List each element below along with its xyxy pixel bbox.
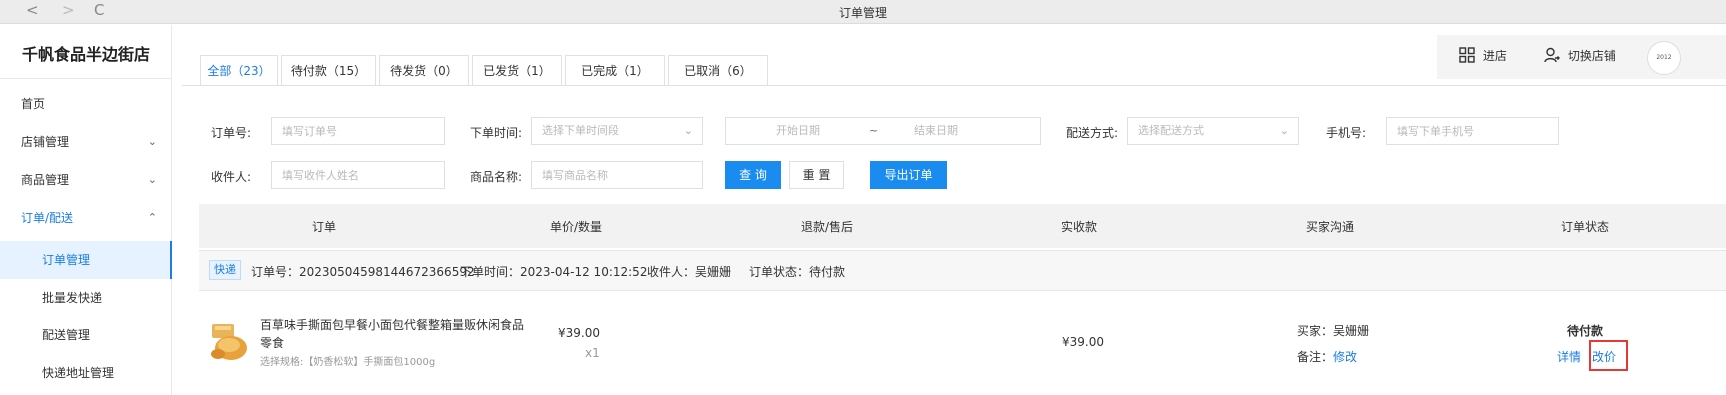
column-header-received: 实收款 <box>1061 220 1098 234</box>
enter-store-label: 进店 <box>1482 49 1507 63</box>
switch-store-label: 切换店铺 <box>1567 49 1616 63</box>
table-header: 订单 单价/数量 退款/售后 实收款 买家沟通 订单状态 <box>199 204 1726 248</box>
chevron-down-icon: ⌄ <box>683 124 693 137</box>
chevron-down-icon: ⌄ <box>1279 124 1289 137</box>
phone-input[interactable] <box>1386 117 1559 145</box>
product-title[interactable]: 百草味手撕面包早餐小面包代餐整箱量贩休闲食品零食 <box>260 316 525 352</box>
quantity: x1 <box>585 346 600 360</box>
tab-shipped[interactable]: 已发货（1） <box>472 55 562 85</box>
window-title: 订单管理 <box>838 6 887 20</box>
tab-cancelled[interactable]: 已取消（6） <box>668 55 768 85</box>
remark-edit-link[interactable]: 修改 <box>1333 350 1357 364</box>
sidebar-item-label: 订单/配送 <box>21 211 74 225</box>
window-titlebar: < > C 订单管理 <box>0 0 1726 24</box>
date-range-separator: ~ <box>869 124 879 137</box>
order-status: 待付款 <box>1567 324 1604 338</box>
chevron-up-icon: ⌃ <box>147 211 157 224</box>
product-name-input[interactable] <box>531 161 703 189</box>
tab-all[interactable]: 全部（23） <box>200 55 278 85</box>
sidebar-subitem-order-management[interactable]: 订单管理 <box>0 241 172 279</box>
remark: 备注：修改 <box>1297 348 1357 365</box>
column-header-order: 订单 <box>312 220 337 234</box>
remark-label: 备注： <box>1297 350 1334 364</box>
export-orders-button[interactable]: 导出订单 <box>870 161 947 189</box>
highlight-box <box>1589 340 1628 371</box>
order-time-placeholder: 选择下单时间段 <box>542 124 619 137</box>
header-actions: 进店 切换店铺 2012 <box>1437 35 1726 79</box>
column-header-buyer-contact: 买家沟通 <box>1306 220 1355 234</box>
express-badge: 快递 <box>209 260 241 280</box>
delivery-select[interactable]: 选择配送方式 ⌄ <box>1127 117 1299 145</box>
sidebar-item-label: 首页 <box>21 97 46 111</box>
tab-divider <box>182 85 1726 86</box>
unit-price: ¥39.00 <box>558 326 600 340</box>
start-date-placeholder: 开始日期 <box>776 124 820 137</box>
column-header-price-qty: 单价/数量 <box>550 220 603 234</box>
enter-store-button[interactable]: 进店 <box>1459 47 1507 66</box>
sidebar-item-orders[interactable]: 订单/配送 ⌃ <box>0 199 172 237</box>
order-number: 订单号：2023050459814467​2366592 <box>251 265 475 279</box>
order-time-select[interactable]: 选择下单时间段 ⌄ <box>531 117 703 145</box>
tab-completed[interactable]: 已完成（1） <box>565 55 665 85</box>
delivery-label: 配送方式: <box>1066 126 1119 140</box>
order-detail-link[interactable]: 详情 <box>1557 348 1581 365</box>
date-range-picker[interactable]: 开始日期 ~ 结束日期 <box>725 117 1041 145</box>
tab-pending-shipment[interactable]: 待发货（0） <box>379 55 469 85</box>
switch-store-button[interactable]: 切换店铺 <box>1544 47 1616 66</box>
order-info-row: 快递 订单号：2023050459814467​2366592 下单时间：202… <box>199 250 1726 291</box>
avatar[interactable]: 2012 <box>1647 41 1681 75</box>
order-receiver: 收件人：吴姗姗 <box>647 265 732 279</box>
sidebar-subitem-express-address[interactable]: 快递地址管理 <box>0 354 172 392</box>
sidebar-item-label: 店铺管理 <box>21 135 70 149</box>
buyer-name: 买家：吴姗姗 <box>1297 324 1370 338</box>
delivery-placeholder: 选择配送方式 <box>1138 124 1204 137</box>
order-time-label: 下单时间: <box>470 126 523 140</box>
order-no-input[interactable] <box>271 117 445 145</box>
tab-pending-payment[interactable]: 待付款（15） <box>281 55 376 85</box>
chevron-down-icon: ⌄ <box>147 135 157 148</box>
sidebar-subitem-batch-express[interactable]: 批量发快递 <box>0 279 172 317</box>
sidebar: 千帆食品半边街店 首页 店铺管理 ⌄ 商品管理 ⌄ 订单/配送 ⌃ 订单管理 批… <box>0 25 172 395</box>
sidebar-item-home[interactable]: 首页 <box>0 85 172 123</box>
user-switch-icon <box>1544 47 1560 66</box>
sidebar-subitem-label: 订单管理 <box>42 253 91 267</box>
grid-icon <box>1459 47 1475 66</box>
order-time: 下单时间：2023-04-12 10:12:52 <box>460 265 648 279</box>
order-status-info: 订单状态：待付款 <box>749 265 846 279</box>
product-name-label: 商品名称: <box>470 170 523 184</box>
product-image[interactable] <box>209 320 249 362</box>
sidebar-subitem-label: 批量发快递 <box>42 291 103 305</box>
chevron-down-icon: ⌄ <box>147 173 157 186</box>
phone-label: 手机号: <box>1326 126 1367 140</box>
order-no-label: 订单号: <box>211 126 252 140</box>
reset-button[interactable]: 重 置 <box>789 161 844 189</box>
sidebar-subitem-label: 快递地址管理 <box>42 366 115 380</box>
shop-name: 千帆食品半边街店 <box>21 45 150 64</box>
sidebar-item-store[interactable]: 店铺管理 ⌄ <box>0 123 172 161</box>
column-header-refund: 退款/售后 <box>801 220 854 234</box>
receiver-input[interactable] <box>271 161 445 189</box>
receiver-label: 收件人: <box>211 170 252 184</box>
sidebar-subitem-delivery[interactable]: 配送管理 <box>0 316 172 354</box>
query-button[interactable]: 查 询 <box>725 161 781 189</box>
column-header-order-status: 订单状态 <box>1561 220 1610 234</box>
sidebar-item-products[interactable]: 商品管理 ⌄ <box>0 161 172 199</box>
end-date-placeholder: 结束日期 <box>914 124 958 137</box>
received-amount: ¥39.00 <box>1062 335 1104 349</box>
sidebar-subitem-label: 配送管理 <box>42 328 91 342</box>
sidebar-item-label: 商品管理 <box>21 173 70 187</box>
product-spec: 选择规格:【奶香松软】手撕面包1000g <box>260 357 436 368</box>
